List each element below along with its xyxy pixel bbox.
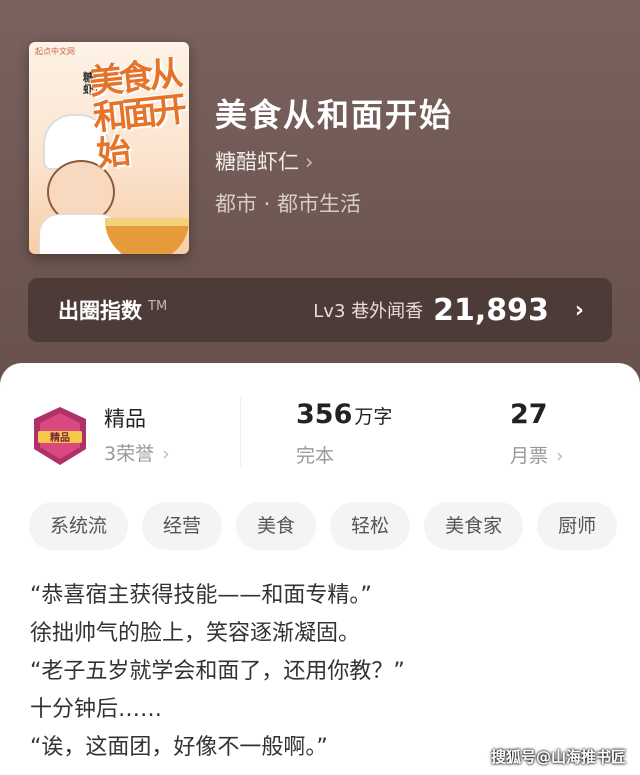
word-count: 356 万字	[296, 399, 392, 430]
cover-publisher-tag: 起点中文网	[35, 47, 75, 56]
honors-count: 3荣誉	[104, 443, 155, 465]
cover-title-text: 美食从和面开始	[87, 53, 185, 175]
tag-chip[interactable]: 系统流	[29, 502, 129, 550]
trademark-mark: TM	[148, 299, 168, 314]
monthly-tickets-value: 27	[510, 399, 548, 430]
stats-divider	[240, 397, 241, 467]
author-name: 糖醋虾仁	[215, 150, 299, 174]
tag-chip[interactable]: 经营	[142, 502, 223, 550]
tag-list: 系统流 经营 美食 轻松 美食家 厨师	[29, 502, 640, 552]
tag-chip[interactable]: 美食家	[424, 502, 524, 550]
quality-badge-icon[interactable]: 精品	[30, 405, 90, 467]
popularity-index-bar[interactable]: 出圈指数 TM Lv3 巷外闻香 21,893 ›	[28, 278, 612, 342]
popularity-level: Lv3 巷外闻香	[313, 301, 424, 322]
chevron-right-icon: ›	[162, 443, 170, 465]
cover-noodle-bowl-illustration	[105, 218, 189, 254]
tag-chip[interactable]: 厨师	[537, 502, 618, 550]
monthly-tickets-label: 月票	[510, 445, 549, 467]
tag-chip[interactable]: 轻松	[330, 502, 411, 550]
excerpt-line: 徐拙帅气的脸上，笑容逐渐凝固。	[30, 621, 361, 646]
watermark-text: 搜狐号@山海推书匠	[490, 748, 626, 766]
badge-text: 精品	[50, 431, 70, 444]
monthly-tickets-link[interactable]: 月票 ›	[510, 441, 564, 468]
tag-chip[interactable]: 美食	[236, 502, 317, 550]
book-category: 都市 · 都市生活	[215, 192, 362, 216]
excerpt-line: “恭喜宿主获得技能——和面专精。”	[30, 583, 372, 608]
excerpt-line: 十分钟后……	[30, 697, 163, 722]
word-count-value: 356	[296, 399, 353, 430]
book-title: 美食从和面开始	[215, 96, 454, 134]
honors-link[interactable]: 3荣誉 ›	[104, 439, 170, 466]
author-link[interactable]: 糖醋虾仁 ›	[215, 146, 313, 176]
book-cover[interactable]: 起点中文网 糖醋虾仁 美食从和面开始	[29, 42, 189, 254]
excerpt-line: “老子五岁就学会和面了，还用你教？”	[30, 659, 405, 684]
popularity-label: 出圈指数 TM	[58, 299, 168, 323]
chevron-right-icon: ›	[556, 445, 564, 467]
book-excerpt[interactable]: “恭喜宿主获得技能——和面专精。” 徐拙帅气的脸上，笑容逐渐凝固。 “老子五岁就…	[30, 577, 630, 767]
word-count-unit: 万字	[354, 406, 393, 428]
quality-title: 精品	[104, 407, 146, 431]
chevron-right-icon: ›	[305, 150, 314, 174]
chevron-right-icon: ›	[574, 297, 584, 323]
book-detail-panel: 精品 精品 3荣誉 › 356 万字 完本 27 月票 › 系统流 经营 美食 轻松 美食家厨…	[0, 363, 640, 775]
popularity-value: 21,893	[433, 292, 549, 328]
completion-status: 完本	[296, 445, 335, 467]
